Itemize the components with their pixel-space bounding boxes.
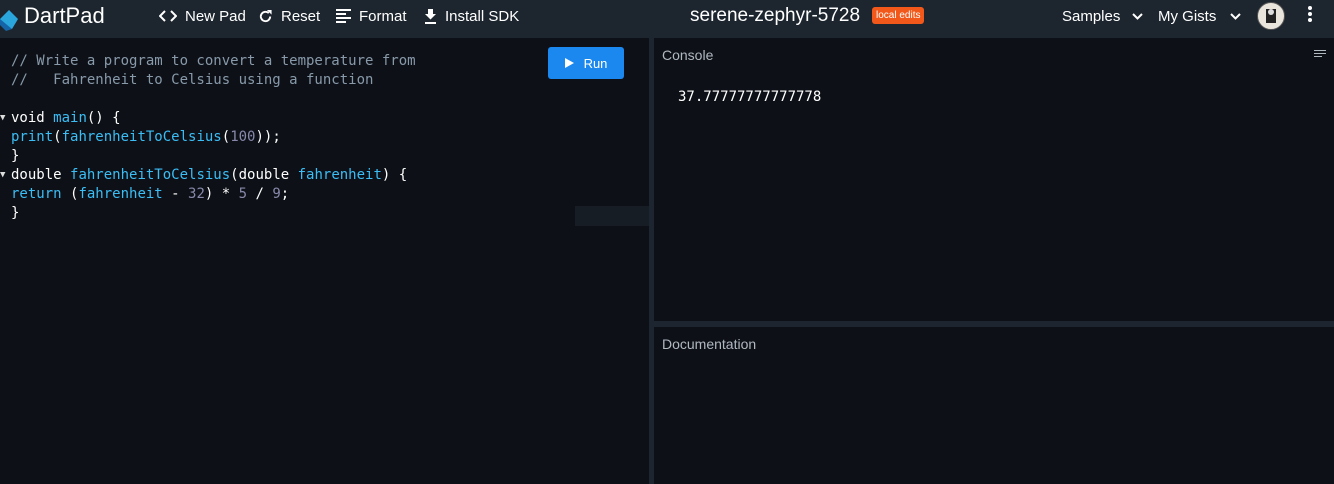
code-brackets-icon bbox=[159, 10, 177, 22]
run-button[interactable]: Run bbox=[548, 47, 624, 79]
avatar[interactable] bbox=[1257, 2, 1285, 30]
chevron-down-icon bbox=[1230, 12, 1242, 20]
new-pad-label: New Pad bbox=[185, 7, 246, 25]
code-line: } bbox=[11, 148, 20, 164]
reset-button[interactable]: Reset bbox=[258, 0, 320, 32]
code-line: // Fahrenheit to Celsius using a functio… bbox=[11, 72, 374, 88]
app-title[interactable]: DartPad bbox=[24, 5, 105, 27]
install-sdk-button[interactable]: Install SDK bbox=[424, 0, 519, 32]
pad-name[interactable]: serene-zephyr-5728 bbox=[690, 5, 860, 27]
app-header: DartPad New Pad Reset Format Install SDK… bbox=[0, 0, 1334, 38]
code-line: void main() { bbox=[11, 110, 121, 126]
my-gists-label: My Gists bbox=[1158, 7, 1217, 25]
console-panel: Console 37.77777777777778 bbox=[654, 38, 1334, 321]
fold-arrow-icon[interactable]: ▼ bbox=[0, 166, 5, 185]
samples-label: Samples bbox=[1062, 7, 1121, 25]
reset-label: Reset bbox=[281, 7, 321, 25]
code-line: } bbox=[11, 205, 20, 221]
new-pad-button[interactable]: New Pad bbox=[159, 0, 246, 32]
play-icon bbox=[564, 58, 574, 68]
fold-arrow-icon[interactable]: ▼ bbox=[0, 109, 5, 128]
run-label: Run bbox=[583, 55, 608, 71]
documentation-panel: Documentation bbox=[654, 327, 1334, 484]
samples-dropdown[interactable]: Samples bbox=[1062, 0, 1151, 32]
chevron-down-icon bbox=[1132, 12, 1144, 20]
install-sdk-label: Install SDK bbox=[445, 7, 520, 25]
dart-logo-icon bbox=[0, 10, 18, 31]
download-icon bbox=[425, 8, 436, 24]
clear-console-icon[interactable] bbox=[1314, 50, 1326, 60]
console-title: Console bbox=[662, 47, 714, 63]
format-button[interactable]: Format bbox=[336, 0, 407, 32]
more-vert-icon[interactable] bbox=[1304, 5, 1316, 25]
local-edits-badge: local edits bbox=[872, 7, 925, 24]
format-align-icon bbox=[336, 9, 351, 23]
code-line: double fahrenheitToCelsius(double fahren… bbox=[11, 167, 408, 183]
format-label: Format bbox=[359, 7, 407, 25]
code-line: // Write a program to convert a temperat… bbox=[11, 53, 416, 69]
code-line: print(fahrenheitToCelsius(100)); bbox=[11, 129, 281, 145]
my-gists-dropdown[interactable]: My Gists bbox=[1158, 0, 1249, 32]
code-line: return (fahrenheit - 32) * 5 / 9; bbox=[11, 186, 290, 202]
documentation-title: Documentation bbox=[662, 336, 757, 352]
refresh-icon bbox=[259, 9, 272, 22]
code-editor[interactable]: // Write a program to convert a temperat… bbox=[0, 38, 748, 484]
console-output: 37.77777777777778 bbox=[678, 89, 822, 105]
